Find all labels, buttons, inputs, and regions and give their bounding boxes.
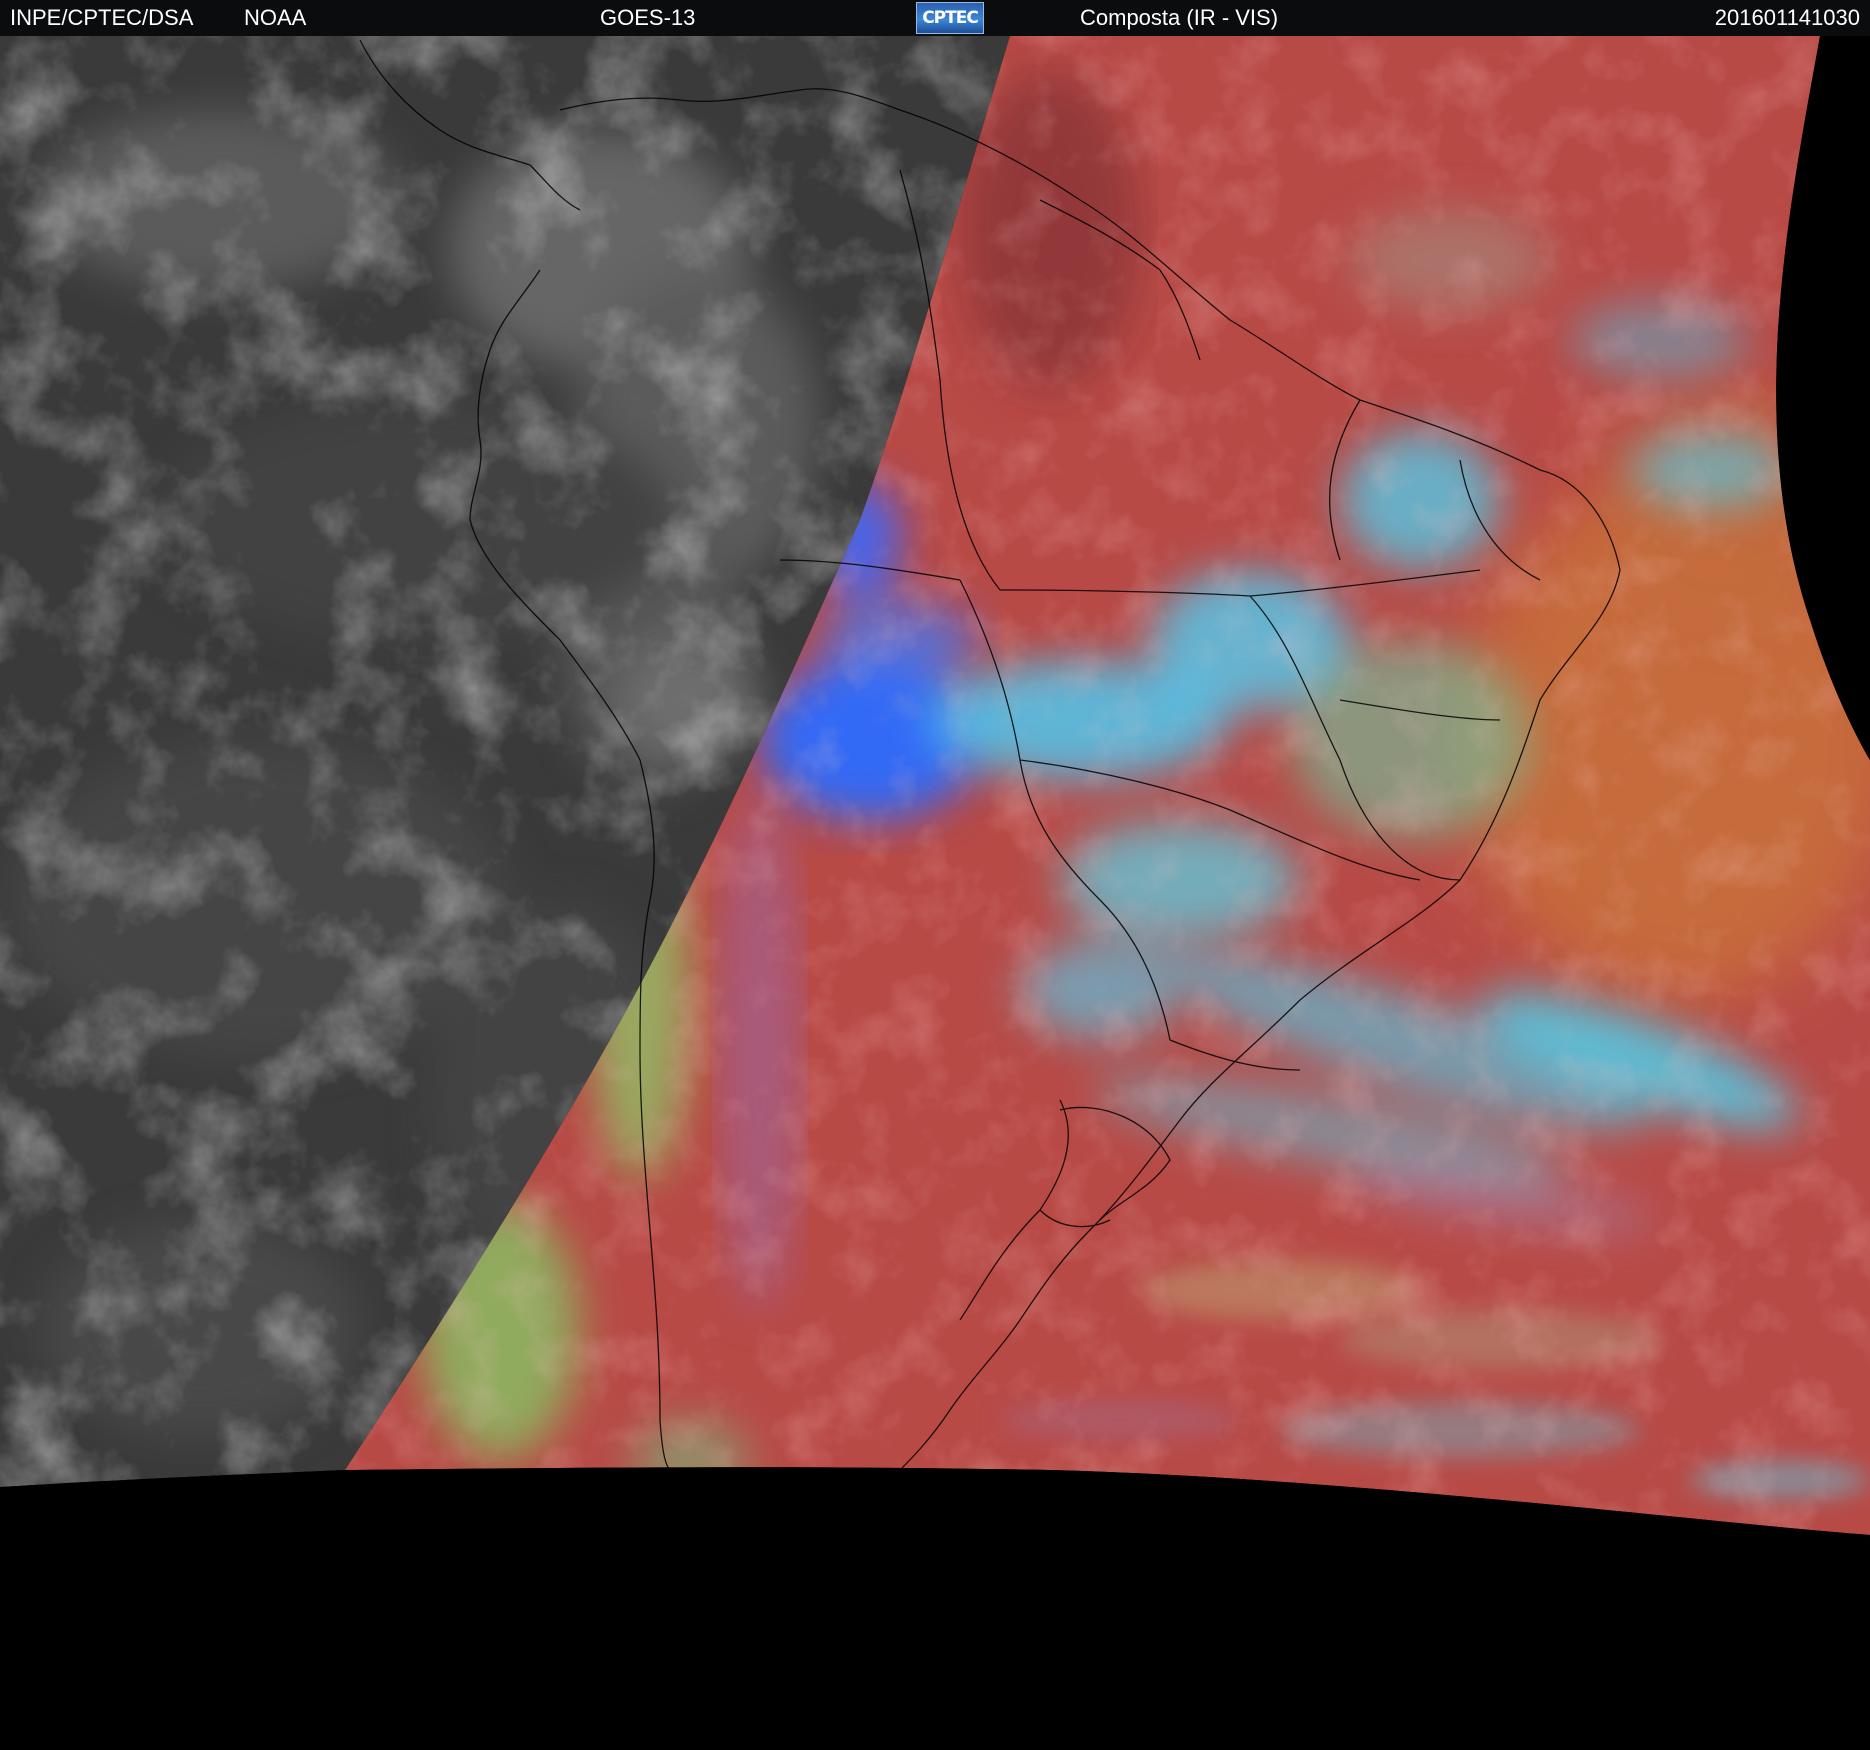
header-bar: INPE/CPTEC/DSA NOAA GOES-13 CPTEC Compos… xyxy=(0,0,1870,36)
timestamp-label: 201601141030 xyxy=(1714,5,1860,30)
satellite-composite-image xyxy=(0,36,1870,1750)
product-label: Composta (IR - VIS) xyxy=(1080,5,1279,30)
agency-label: NOAA xyxy=(244,5,307,30)
earth-limb-south xyxy=(0,1467,1870,1750)
organization-label: INPE/CPTEC/DSA xyxy=(10,5,194,30)
cptec-logo: CPTEC xyxy=(916,2,984,34)
satellite-label: GOES-13 xyxy=(600,5,696,30)
